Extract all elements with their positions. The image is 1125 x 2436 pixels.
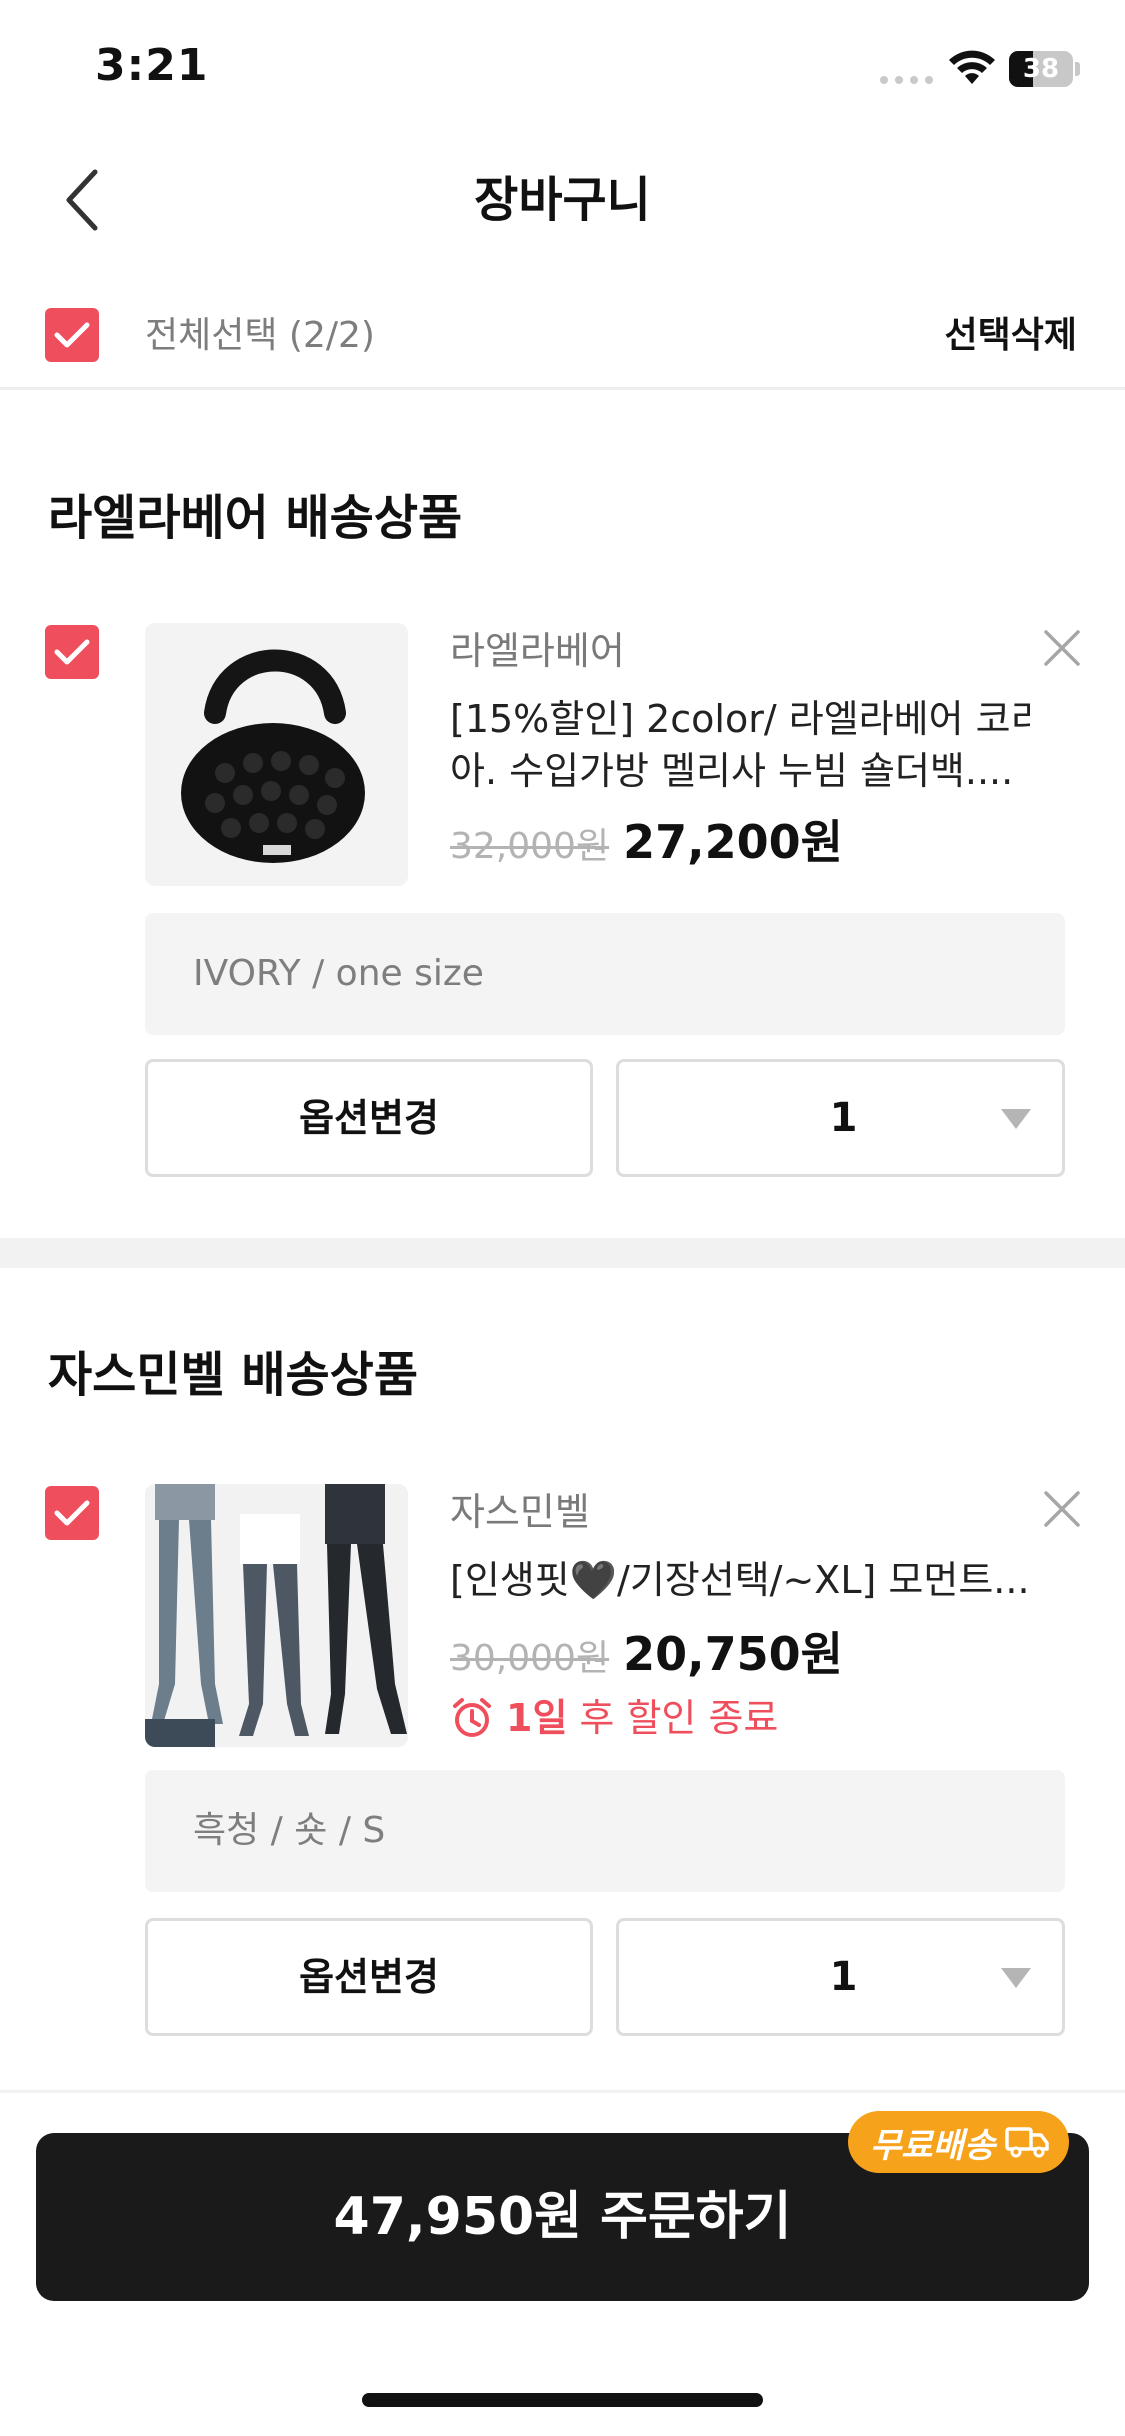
jeans-image: [145, 1484, 407, 1747]
original-price: 32,000원: [450, 826, 610, 867]
close-icon[interactable]: [1040, 626, 1084, 670]
product-image-jeans[interactable]: [145, 1484, 408, 1747]
countdown-days: 1일: [506, 1696, 568, 1740]
sale-price: 27,200원: [623, 815, 843, 869]
item-checkbox[interactable]: [45, 625, 99, 679]
section-divider: [0, 1238, 1125, 1268]
item-checkbox[interactable]: [45, 1486, 99, 1540]
dropdown-triangle-icon: [1001, 1109, 1031, 1129]
shipping-group-jasminebell: 자스민벨 배송상품 자스민벨 [인생핏🖤/기장선택/~XL] 모먼트... 30…: [0, 1268, 1125, 2090]
option-change-button[interactable]: 옵션변경: [145, 1918, 593, 2036]
page-title: 장바구니: [474, 172, 651, 228]
battery-icon: 38: [1009, 51, 1073, 87]
countdown-text: 후 할인 종료: [579, 1696, 779, 1740]
bottom-order-bar: 47,950원 주문하기 무료배송: [0, 2090, 1125, 2436]
option-change-button[interactable]: 옵션변경: [145, 1059, 593, 1177]
dropdown-triangle-icon: [1001, 1968, 1031, 1988]
price-row: 30,000원 20,750원: [450, 1618, 843, 1684]
price-row: 32,000원 27,200원: [450, 806, 843, 872]
product-name[interactable]: [인생핏🖤/기장선택/~XL] 모먼트...: [450, 1554, 1030, 1606]
battery-level: 38: [1022, 54, 1060, 84]
status-bar: 3:21 38: [0, 0, 1125, 135]
nav-bar: 장바구니: [0, 135, 1125, 270]
seller-name: 자스민벨: [450, 1490, 590, 1534]
delete-selected-button[interactable]: 선택삭제: [945, 308, 1077, 364]
product-name-line-1: [15%할인] 2color/ 라엘라베어 코리: [450, 697, 1030, 741]
quantity-select[interactable]: 1: [616, 1059, 1065, 1177]
checkmark-icon: [54, 322, 90, 348]
home-indicator: [362, 2393, 763, 2407]
delivery-truck-icon: [1005, 2127, 1049, 2158]
selected-option: 흑청 / 숏 / S: [145, 1770, 1065, 1892]
battery-cap: [1075, 62, 1080, 76]
select-all-label: 전체선택 (2/2): [145, 315, 375, 356]
discount-countdown: 1일 후 할인 종료: [450, 1690, 778, 1746]
section-title: 라엘라베어 배송상품: [48, 490, 463, 546]
select-all-row: 전체선택 (2/2) 선택삭제: [0, 280, 1125, 390]
alarm-clock-icon: [453, 1698, 491, 1737]
product-name-line-2: 아. 수입가방 멜리사 누빔 숄더백....: [450, 749, 1014, 793]
product-name[interactable]: [15%할인] 2color/ 라엘라베어 코리 아. 수입가방 멜리사 누빔 …: [450, 693, 1030, 797]
sale-price: 20,750원: [623, 1627, 843, 1681]
checkmark-icon: [54, 1500, 90, 1526]
product-image-bag[interactable]: [145, 623, 408, 886]
selected-option: IVORY / one size: [145, 913, 1065, 1035]
status-time: 3:21: [95, 40, 209, 91]
free-shipping-label: 무료배송: [870, 2125, 996, 2166]
section-title: 자스민벨 배송상품: [48, 1347, 418, 1403]
bag-image: [181, 649, 365, 863]
quantity-select[interactable]: 1: [616, 1918, 1065, 2036]
select-all-checkbox[interactable]: [45, 308, 99, 362]
seller-name: 라엘라베어: [450, 629, 625, 673]
wifi-icon: [949, 50, 995, 84]
free-shipping-badge: 무료배송: [848, 2111, 1070, 2173]
close-icon[interactable]: [1040, 1487, 1084, 1531]
checkmark-icon: [54, 639, 90, 665]
original-price: 30,000원: [450, 1638, 610, 1679]
signal-dots-icon: [880, 76, 933, 84]
shipping-group-laellabear: 라엘라베어 배송상품 라엘라베어 [15%할인] 2color/ 라엘라베어 코…: [0, 393, 1125, 1238]
